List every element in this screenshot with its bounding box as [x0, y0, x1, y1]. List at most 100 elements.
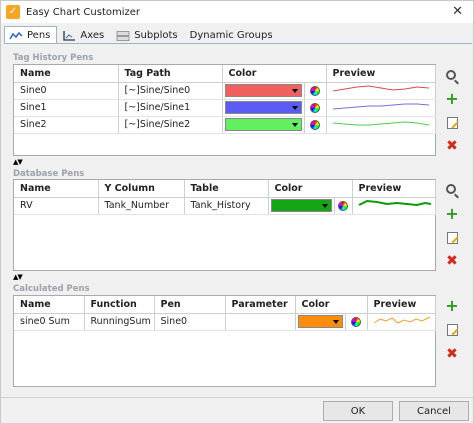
color-wheel-icon[interactable] — [310, 102, 320, 113]
table-row[interactable]: RV Tank_Number Tank_History — [14, 197, 436, 215]
pen-name-cell[interactable]: sine0 Sum — [14, 313, 85, 331]
color-picker-cell[interactable] — [345, 313, 368, 331]
pen-preview-sparkline — [332, 103, 429, 109]
table-header-row: Name Function Pen Parameter Color Previe… — [14, 296, 436, 314]
table-name-cell[interactable]: Tank_History — [184, 197, 269, 215]
source-pen-cell[interactable]: Sine0 — [154, 313, 226, 331]
column-header-name[interactable]: Name — [14, 65, 119, 83]
tab-pens-label: Pens — [27, 30, 51, 41]
pen-name-cell[interactable]: Sine2 — [14, 116, 119, 134]
color-cell[interactable] — [295, 313, 346, 331]
delete-database-pen-button[interactable]: ✖ — [442, 252, 462, 270]
preview-cell — [352, 197, 436, 215]
pen-preview-sparkline — [373, 316, 430, 324]
y-column-cell[interactable]: Tank_Number — [98, 197, 185, 215]
splitter-handle[interactable]: ▲▼ — [13, 273, 23, 281]
color-picker-cell[interactable] — [304, 116, 327, 134]
preview-cell — [367, 313, 436, 331]
color-wheel-icon[interactable] — [310, 119, 320, 130]
color-swatch-dropdown[interactable] — [224, 101, 302, 114]
color-cell[interactable] — [222, 116, 305, 134]
pen-preview-sparkline — [332, 120, 429, 125]
tag-path-cell[interactable]: [~]Sine/Sine2 — [118, 116, 223, 134]
tab-pens[interactable]: Pens — [4, 26, 58, 44]
table-row[interactable]: Sine2 [~]Sine/Sine2 — [14, 116, 436, 134]
tab-axes[interactable]: Axes — [57, 27, 111, 44]
color-swatch-dropdown[interactable] — [224, 84, 302, 97]
column-header-tag-path[interactable]: Tag Path — [118, 65, 223, 83]
edit-icon — [446, 232, 458, 244]
tag-path-cell[interactable]: [~]Sine/Sine1 — [118, 99, 223, 117]
database-pens-table: Name Y Column Table Color Preview RV Tan… — [14, 180, 436, 215]
add-pen-button[interactable]: + — [442, 90, 462, 108]
color-wheel-icon[interactable] — [351, 316, 361, 327]
database-pens-label: Database Pens — [13, 169, 85, 179]
search-icon — [446, 184, 456, 194]
ok-button[interactable]: OK — [323, 401, 393, 421]
color-swatch-dropdown[interactable] — [270, 199, 332, 212]
column-header-color[interactable]: Color — [222, 65, 327, 83]
pen-name-cell[interactable]: Sine1 — [14, 99, 119, 117]
color-swatch-dropdown[interactable] — [224, 118, 302, 131]
table-header-row: Name Tag Path Color Preview — [14, 65, 436, 83]
column-header-pen[interactable]: Pen — [154, 296, 226, 314]
color-cell[interactable] — [222, 82, 305, 100]
tag-path-cell[interactable]: [~]Sine/Sine0 — [118, 82, 223, 100]
color-swatch-dropdown[interactable] — [297, 315, 343, 328]
cancel-button[interactable]: Cancel — [399, 401, 469, 421]
window-title: Easy Chart Customizer — [26, 6, 141, 18]
splitter-handle[interactable]: ▲▼ — [13, 158, 23, 166]
axes-icon — [63, 30, 76, 41]
color-wheel-icon[interactable] — [338, 200, 348, 211]
column-header-table[interactable]: Table — [184, 180, 269, 198]
edit-icon — [446, 324, 458, 336]
color-wheel-icon[interactable] — [310, 85, 320, 96]
table-header-row: Name Y Column Table Color Preview — [14, 180, 436, 198]
pen-preview-sparkline — [358, 199, 431, 206]
column-header-name[interactable]: Name — [14, 180, 99, 198]
tab-dynamic-groups[interactable]: Dynamic Groups — [185, 27, 280, 44]
column-header-parameter[interactable]: Parameter — [225, 296, 296, 314]
table-row[interactable]: sine0 Sum RunningSum Sine0 — [14, 313, 436, 331]
color-picker-cell[interactable] — [304, 82, 327, 100]
pen-preview-sparkline — [332, 84, 429, 91]
title-bar: ✓ Easy Chart Customizer ✕ — [1, 1, 473, 23]
parameter-cell[interactable] — [225, 313, 296, 331]
column-header-y-column[interactable]: Y Column — [98, 180, 185, 198]
tag-history-pens-table: Name Tag Path Color Preview Sine0 [~]Sin… — [14, 65, 436, 134]
edit-icon — [446, 117, 458, 129]
column-header-preview[interactable]: Preview — [326, 65, 436, 83]
search-database-pen-button[interactable] — [442, 181, 462, 199]
pen-name-cell[interactable]: RV — [14, 197, 99, 215]
column-header-preview[interactable]: Preview — [367, 296, 436, 314]
color-cell[interactable] — [268, 197, 335, 215]
edit-calculated-pen-button[interactable] — [442, 321, 462, 339]
edit-pen-button[interactable] — [442, 114, 462, 132]
column-header-color[interactable]: Color — [268, 180, 353, 198]
chevron-down-icon — [291, 123, 298, 127]
pen-name-cell[interactable]: Sine0 — [14, 82, 119, 100]
delete-pen-button[interactable]: ✖ — [442, 137, 462, 155]
tab-subplots[interactable]: Subplots — [111, 27, 184, 44]
color-picker-cell[interactable] — [304, 99, 327, 117]
preview-cell — [326, 82, 436, 100]
chevron-down-icon — [291, 106, 298, 110]
tab-subplots-label: Subplots — [134, 30, 178, 41]
search-pen-button[interactable] — [442, 67, 462, 85]
subplots-icon — [116, 30, 130, 41]
column-header-preview[interactable]: Preview — [352, 180, 436, 198]
preview-cell — [326, 99, 436, 117]
function-cell[interactable]: RunningSum — [84, 313, 155, 331]
add-calculated-pen-button[interactable]: + — [442, 297, 462, 315]
table-row[interactable]: Sine0 [~]Sine/Sine0 — [14, 82, 436, 100]
close-window-button[interactable]: ✕ — [452, 4, 463, 19]
add-database-pen-button[interactable]: + — [442, 205, 462, 223]
delete-calculated-pen-button[interactable]: ✖ — [442, 345, 462, 363]
color-cell[interactable] — [222, 99, 305, 117]
column-header-name[interactable]: Name — [14, 296, 85, 314]
column-header-function[interactable]: Function — [84, 296, 155, 314]
color-picker-cell[interactable] — [334, 197, 353, 215]
table-row[interactable]: Sine1 [~]Sine/Sine1 — [14, 99, 436, 117]
column-header-color[interactable]: Color — [295, 296, 368, 314]
edit-database-pen-button[interactable] — [442, 229, 462, 247]
